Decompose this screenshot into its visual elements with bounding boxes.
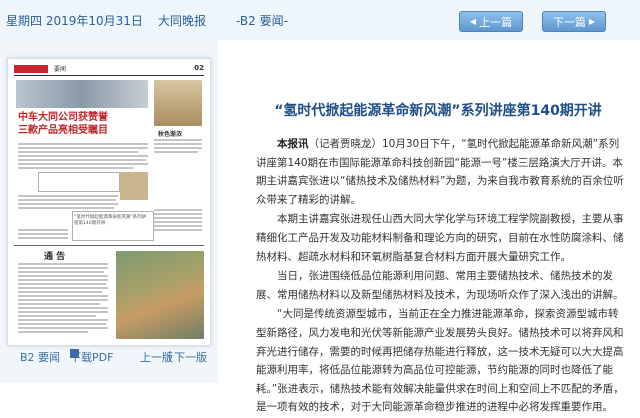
article-paragraph-3: 当日，张进围绕低品位能源利用问题、常用主要储热技术、储热技术的发展、常用储热材料… <box>256 270 624 301</box>
page-link[interactable]: B2 要闻 <box>20 349 60 365</box>
photo-side <box>154 80 202 126</box>
thumbnail-page-number: 02 <box>194 64 204 72</box>
date-label: 星期四 2019年10月31日 <box>6 14 143 28</box>
link-separator: | <box>168 349 172 362</box>
masthead-rule <box>14 75 204 76</box>
next-article-label: 下一篇 <box>552 15 586 29</box>
thumbnail-headline-line1: 中车大同公司获赞誉 <box>18 112 108 123</box>
photo-small <box>120 172 148 200</box>
masthead-label: 要闻 <box>54 66 67 73</box>
article-title: “氢时代掀起能源革命新风潮”系列讲座第140期开讲 <box>274 103 602 119</box>
article-paragraph-4: “大同是传统资源型城市，当前正在全力推进能源革命，探索资源型城市转型新路径，风力… <box>256 308 624 414</box>
article-lead: 本报讯 <box>277 138 309 150</box>
left-pane: 要闻 02 中车大同公司获赞誉 三款产品亮相受瞩目 秋色渐浓 “氢时代掀起能源革… <box>0 40 218 383</box>
prev-article-button[interactable]: ◀ 上一篇 <box>459 11 523 32</box>
download-pdf-label: 下载PDF <box>70 351 114 364</box>
page-label: -B2 要闻- <box>236 14 288 28</box>
photo-top <box>16 80 148 108</box>
thumbnail-headline-line2: 三款产品亮相受瞩目 <box>18 125 108 136</box>
article-panel: “氢时代掀起能源革命新风潮”系列讲座第140期开讲 本报讯（记者贾晓龙）10月3… <box>236 40 640 413</box>
thumbnail-caption: “氢时代掀起能源革命新风潮”系列讲座第140期开讲 <box>74 215 147 226</box>
arrow-left-icon: ◀ <box>469 17 477 26</box>
arrow-right-icon: ▶ <box>588 17 596 26</box>
article-paragraph-1: 本报讯（记者贾晓龙）10月30日下午，“氢时代掀起能源革命新风潮”系列讲座第14… <box>256 135 626 209</box>
prev-article-label: 上一篇 <box>479 15 513 29</box>
article-body: 本报讯（记者贾晓龙）10月30日下午，“氢时代掀起能源革命新风潮”系列讲座第14… <box>256 135 626 418</box>
thumbnail-box <box>38 172 120 192</box>
top-bar: 星期四 2019年10月31日 大同晚报 -B2 要闻- ◀ 上一篇 下一篇 ▶ <box>0 0 640 40</box>
thumbnail-notice-title: 通 告 <box>44 252 66 262</box>
article-paragraph-1-text: （记者贾晓龙）10月30日下午，“氢时代掀起能源革命新风潮”系列讲座第140期在… <box>256 138 624 206</box>
photo-bottom <box>116 251 204 339</box>
masthead-logo <box>14 65 48 73</box>
article-paragraph-2: 本期主讲嘉宾张进现任山西大同大学化学与环境工程学院副教授，主要从事精细化工产品开… <box>256 213 624 263</box>
thumbnail-side-title: 秋色渐浓 <box>158 131 183 138</box>
paper-name: 大同晚报 <box>158 14 207 28</box>
next-article-button[interactable]: 下一篇 ▶ <box>542 11 606 32</box>
next-page-link[interactable]: 下一版 <box>174 349 207 365</box>
newspaper-thumbnail[interactable]: 要闻 02 中车大同公司获赞誉 三款产品亮相受瞩目 秋色渐浓 “氢时代掀起能源革… <box>7 58 211 346</box>
thumbnail-headline: 中车大同公司获赞誉 三款产品亮相受瞩目 <box>18 111 148 137</box>
